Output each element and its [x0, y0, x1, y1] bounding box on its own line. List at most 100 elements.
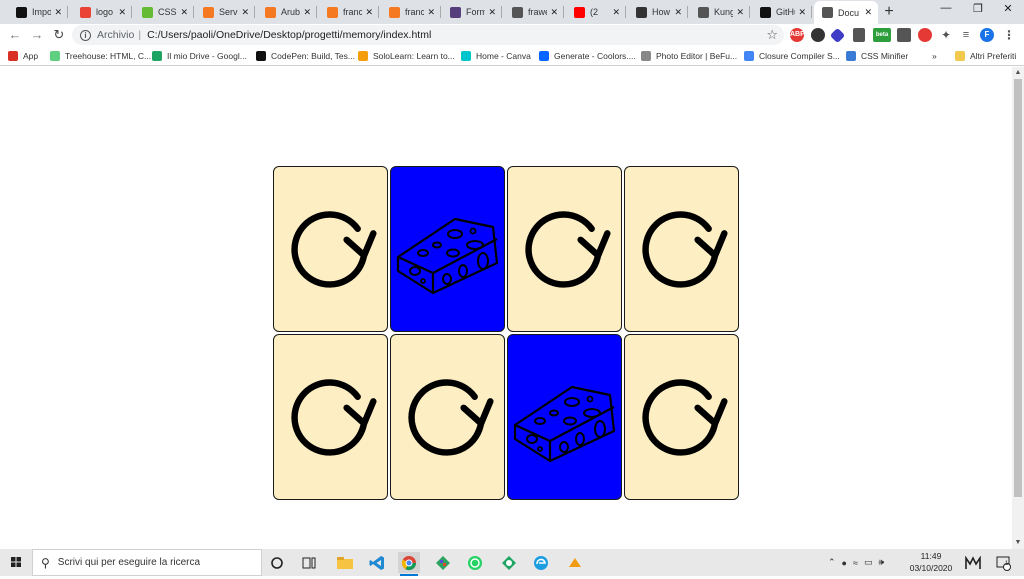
browser-tab[interactable]: Servi ✕ — [195, 2, 255, 22]
reading-list-icon[interactable]: ≡ — [959, 28, 973, 42]
app-diamond-icon[interactable] — [498, 552, 520, 573]
close-tab-icon[interactable]: ✕ — [736, 7, 744, 18]
browser-tab[interactable]: How ✕ — [628, 2, 688, 22]
scroll-up-arrow[interactable]: ▲ — [1012, 67, 1024, 79]
bookmark-label: CodePen: Build, Tes... — [271, 51, 355, 61]
tray-app-icon[interactable]: ● — [842, 558, 847, 568]
extension-icon[interactable] — [829, 27, 846, 44]
close-tab-icon[interactable]: ✕ — [365, 7, 373, 18]
browser-tab[interactable]: frawe✕ — [504, 2, 564, 22]
tab-title: GitHu — [776, 7, 795, 17]
scroll-down-arrow[interactable]: ▼ — [1012, 537, 1024, 549]
file-explorer-icon[interactable] — [334, 552, 356, 573]
close-tab-icon[interactable]: ✕ — [118, 7, 126, 18]
browser-tab[interactable]: Docu ✕ — [814, 1, 878, 24]
memory-card-hidden[interactable] — [390, 334, 505, 500]
rotate-arrow-icon — [285, 371, 377, 463]
app-tray-icon[interactable] — [962, 552, 984, 573]
close-tab-icon[interactable]: ✕ — [674, 7, 682, 18]
show-hidden-icons-chevron-icon[interactable]: ⌃ — [828, 557, 836, 568]
close-tab-icon[interactable]: ✕ — [864, 7, 872, 18]
record-extension-icon[interactable] — [918, 28, 932, 42]
bookmark-item[interactable]: Il mio Drive - Googl... — [152, 49, 247, 63]
browser-tab[interactable]: Arub ✕ — [257, 2, 317, 22]
bookmark-item[interactable]: Home - Canva — [461, 49, 531, 63]
address-bar[interactable]: i Archivio | C:/Users/paoli/OneDrive/Des… — [72, 25, 784, 45]
browser-tab[interactable]: CSS I✕ — [134, 2, 194, 22]
close-tab-icon[interactable]: ✕ — [427, 7, 435, 18]
beta-extension-icon[interactable]: beta — [873, 28, 891, 42]
browser-tab[interactable]: Form ✕ — [442, 2, 502, 22]
bookmark-item[interactable]: SoloLearn: Learn to... — [358, 49, 455, 63]
new-tab-button[interactable]: + — [880, 3, 898, 21]
back-button[interactable]: ← — [6, 26, 24, 44]
extensions-puzzle-icon[interactable]: ✦ — [939, 28, 953, 42]
scrollbar-thumb[interactable] — [1014, 79, 1022, 497]
edge-icon[interactable] — [530, 552, 552, 573]
wifi-icon[interactable]: ≈ — [853, 558, 858, 568]
close-tab-icon[interactable]: ✕ — [488, 7, 496, 18]
close-tab-icon[interactable]: ✕ — [303, 7, 311, 18]
taskbar-search-box[interactable]: ⚲ Scrivi qui per eseguire la ricerca — [32, 549, 262, 576]
memory-card-revealed[interactable] — [390, 166, 505, 332]
memory-card-hidden[interactable] — [624, 334, 739, 500]
browser-tab[interactable]: GitHu✕ — [752, 2, 812, 22]
extension-icon[interactable] — [811, 28, 825, 42]
minimize-button[interactable]: — — [928, 2, 964, 20]
vertical-scrollbar[interactable]: ▲ ▼ — [1012, 67, 1024, 549]
close-tab-icon[interactable]: ✕ — [54, 7, 62, 18]
bookmarks-overflow-button[interactable]: » — [932, 49, 937, 63]
close-tab-icon[interactable]: ✕ — [180, 7, 188, 18]
memory-card-hidden[interactable] — [273, 334, 388, 500]
browser-tab[interactable]: Impo ✕ — [8, 2, 68, 22]
bookmark-item[interactable]: Treehouse: HTML, C... — [50, 49, 151, 63]
close-window-button[interactable]: ✕ — [990, 2, 1024, 20]
pen-extension-icon[interactable] — [853, 28, 865, 42]
notification-center-icon[interactable]: 1 — [992, 552, 1014, 573]
bookmark-item[interactable]: Generate - Coolors.... — [539, 49, 636, 63]
chrome-taskbar-icon[interactable] — [398, 552, 420, 576]
profile-avatar[interactable]: F — [980, 28, 994, 42]
cortana-icon[interactable] — [266, 552, 288, 573]
memory-card-hidden[interactable] — [624, 166, 739, 332]
vscode-icon[interactable] — [366, 552, 388, 573]
bookmark-item[interactable]: App — [8, 49, 38, 63]
close-tab-icon[interactable]: ✕ — [241, 7, 249, 18]
browser-tab[interactable]: logo ✕ — [72, 2, 132, 22]
other-bookmarks-folder[interactable]: Altri Preferiti — [955, 49, 1016, 63]
forward-button[interactable]: → — [28, 26, 46, 44]
reload-button[interactable]: ↻ — [50, 26, 68, 44]
memory-card-revealed[interactable] — [507, 334, 622, 500]
browser-tab[interactable]: franc ✕ — [319, 2, 379, 22]
bookmark-item[interactable]: CSS Minifier — [846, 49, 908, 63]
telegram-icon — [636, 6, 647, 18]
task-view-icon[interactable] — [298, 552, 320, 573]
browser-tab[interactable]: franc ✕ — [381, 2, 441, 22]
volume-icon[interactable]: 🕪 — [878, 557, 884, 568]
browser-tab[interactable]: Kung ✕ — [690, 2, 750, 22]
windows-taskbar: ⚲ Scrivi qui per eseguire la ricerca ⌃ ●… — [0, 549, 1024, 576]
whatsapp-icon[interactable] — [464, 552, 486, 573]
battery-icon[interactable]: ▭ — [864, 557, 873, 568]
bookmark-item[interactable]: CodePen: Build, Tes... — [256, 49, 355, 63]
browser-tab[interactable]: (2 ✕ — [566, 2, 626, 22]
bookmark-item[interactable]: Photo Editor | BeFu... — [641, 49, 737, 63]
close-tab-icon[interactable]: ✕ — [798, 7, 806, 18]
close-tab-icon[interactable]: ✕ — [550, 7, 558, 18]
windows-start-button[interactable] — [0, 549, 32, 576]
git-kraken-icon[interactable] — [432, 552, 454, 573]
bookmark-label: Photo Editor | BeFu... — [656, 51, 738, 61]
taskbar-clock[interactable]: 11:49 03/10/2020 — [906, 550, 956, 574]
memory-card-hidden[interactable] — [507, 166, 622, 332]
info-icon[interactable]: i — [80, 29, 91, 41]
bookmark-star-icon[interactable]: ☆ — [766, 27, 778, 43]
shield-extension-icon[interactable] — [897, 28, 911, 42]
app-fox-icon[interactable] — [564, 552, 586, 573]
menu-kebab-icon[interactable]: ⋮ — [1002, 28, 1016, 42]
youtube-icon — [574, 6, 585, 18]
adblock-extension-icon[interactable]: ABP — [790, 28, 805, 42]
rotate-arrow-icon — [636, 203, 728, 295]
bookmark-item[interactable]: Closure Compiler S... — [744, 49, 840, 63]
close-tab-icon[interactable]: ✕ — [612, 7, 620, 18]
memory-card-hidden[interactable] — [273, 166, 388, 332]
